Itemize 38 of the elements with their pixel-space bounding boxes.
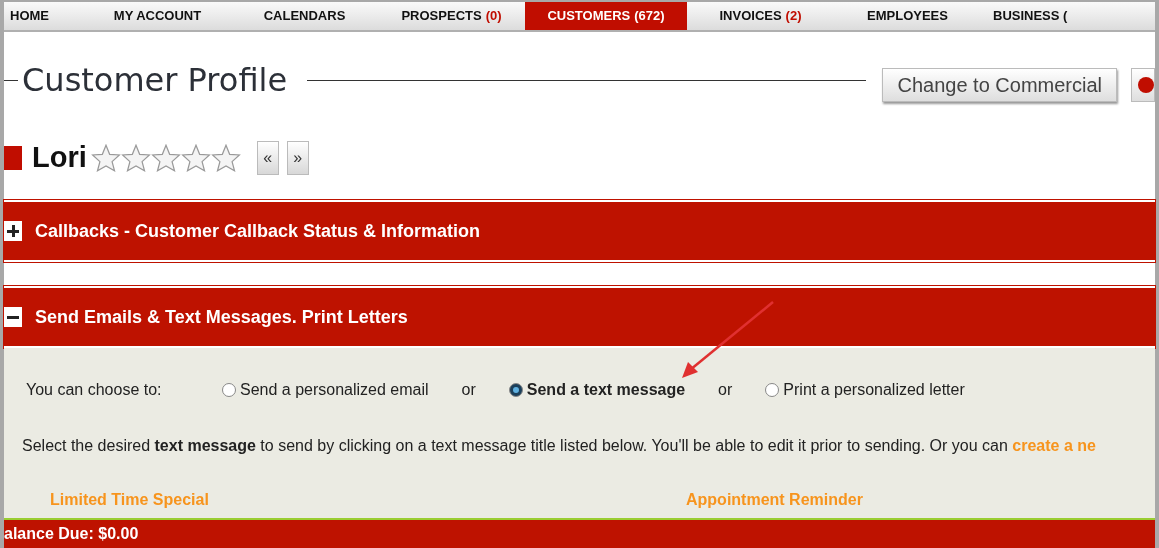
nav-tab[interactable]: CUSTOMERS (672) xyxy=(525,2,687,30)
nav-tab[interactable]: MY ACCOUNT xyxy=(84,2,231,30)
or-text: or xyxy=(718,380,733,400)
star-rating[interactable] xyxy=(90,144,241,172)
radio-button[interactable] xyxy=(765,383,780,397)
change-to-commercial-button[interactable]: Change to Commercial xyxy=(882,68,1117,102)
nav-tab[interactable]: EMPLOYEES xyxy=(834,2,981,30)
instructions-text: Select the desired text message to send by clicking on a text message title listed below. You'll be able to edit it prior to sending. Or you can create a ne xyxy=(22,436,1097,456)
previous-button[interactable]: « xyxy=(256,141,279,175)
section-title: Send Emails & Text Messages. Print Letters xyxy=(35,305,408,329)
nav-tab[interactable]: INVOICES (2) xyxy=(687,2,834,30)
next-button[interactable]: » xyxy=(286,141,309,175)
nav-tab[interactable]: CALENDARS xyxy=(231,2,378,30)
balance-due: alance Due: $0.00 xyxy=(4,524,139,544)
radio-button[interactable] xyxy=(222,383,236,397)
star-icon xyxy=(180,144,211,172)
radio-button[interactable] xyxy=(508,383,523,397)
collapse-icon[interactable] xyxy=(4,307,22,327)
add-button[interactable] xyxy=(1131,68,1155,102)
or-text: or xyxy=(461,380,476,400)
page-title: Customer Profile xyxy=(21,60,289,101)
option-label[interactable]: Send a personalized email xyxy=(240,378,429,402)
nav-tab[interactable]: PROSPECTS (0) xyxy=(378,2,525,30)
section-header[interactable]: Send Emails & Text Messages. Print Letters xyxy=(4,286,1155,348)
customer-marker xyxy=(4,146,22,170)
star-icon xyxy=(150,144,181,172)
star-icon xyxy=(120,144,151,172)
nav-tab[interactable]: HOME xyxy=(4,2,84,30)
section-header[interactable]: Callbacks - Customer Callback Status & Information xyxy=(4,200,1155,262)
customer-name: Lori xyxy=(32,140,87,176)
star-icon xyxy=(210,144,241,172)
option-label[interactable]: Send a text message xyxy=(526,378,686,402)
choose-label: You can choose to: xyxy=(26,380,163,400)
option-label[interactable]: Print a personalized letter xyxy=(783,378,965,402)
nav-tab[interactable]: BUSINESS ( xyxy=(981,2,1080,30)
star-icon xyxy=(90,144,121,172)
expand-icon[interactable] xyxy=(4,221,22,241)
section-title: Callbacks - Customer Callback Status & Information xyxy=(35,219,481,243)
